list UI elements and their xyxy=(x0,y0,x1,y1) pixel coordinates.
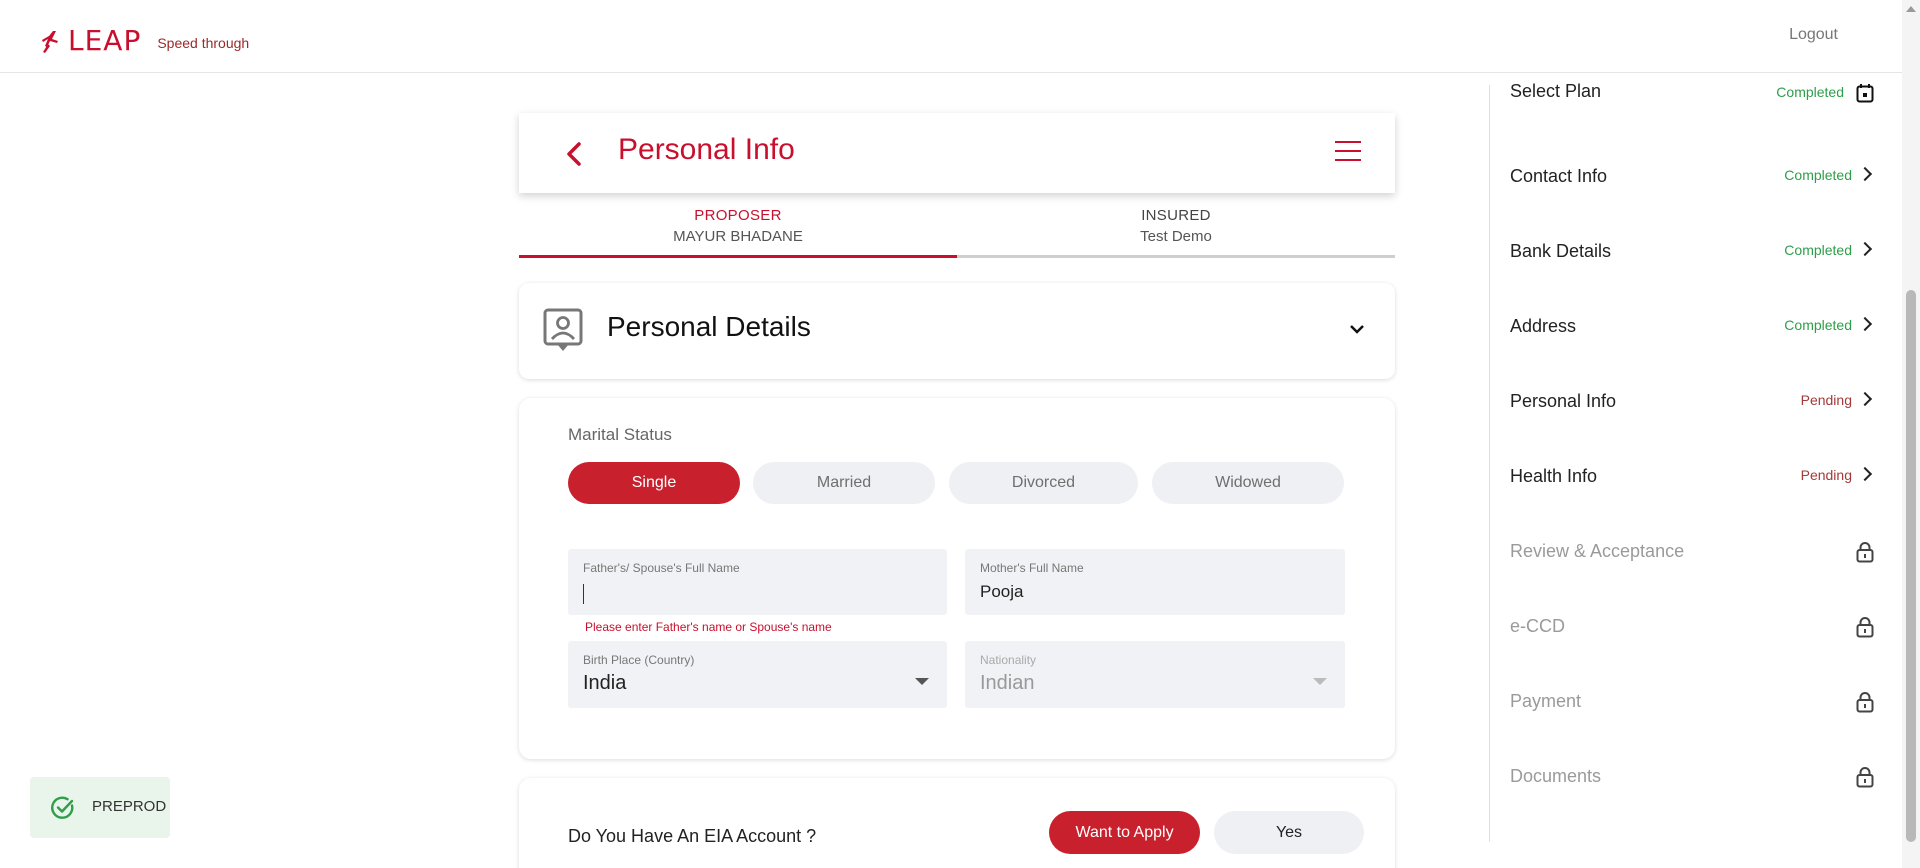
page-title: Personal Info xyxy=(618,133,795,166)
marital-status-label: Marital Status xyxy=(568,425,672,444)
lock-icon xyxy=(1856,542,1874,563)
mother-name-field[interactable]: Mother's Full Name Pooja xyxy=(965,549,1345,615)
dropdown-arrow-icon xyxy=(915,678,929,685)
step-status: Pending xyxy=(1800,467,1852,483)
step-status: Completed xyxy=(1784,167,1852,183)
chevron-right-icon xyxy=(1857,316,1873,332)
tab-insured[interactable]: INSURED Test Demo xyxy=(957,205,1395,258)
marital-option-widowed[interactable]: Widowed xyxy=(1152,462,1344,504)
field-label: Mother's Full Name xyxy=(980,561,1084,575)
marital-option-single[interactable]: Single xyxy=(568,462,740,504)
eia-account-card: Do You Have An EIA Account ? Want to App… xyxy=(519,778,1395,868)
field-value: Pooja xyxy=(980,582,1024,601)
father-name-error: Please enter Father's name or Spouse's n… xyxy=(585,620,832,634)
lock-icon xyxy=(1856,767,1874,788)
scrollbar-thumb[interactable] xyxy=(1906,290,1916,842)
lock-icon xyxy=(1856,617,1874,638)
back-arrow-icon[interactable] xyxy=(559,137,589,171)
brand-tagline: Speed through xyxy=(157,34,250,51)
father-spouse-name-field[interactable]: Father's/ Spouse's Full Name xyxy=(568,549,947,615)
step-name: e-CCD xyxy=(1510,616,1566,636)
text-cursor xyxy=(583,584,584,604)
chevron-right-icon xyxy=(1857,466,1873,482)
birth-place-select[interactable]: Birth Place (Country) India xyxy=(568,641,947,708)
step-name: Health Info xyxy=(1510,466,1598,486)
tab-proposer[interactable]: PROPOSER MAYUR BHADANE xyxy=(519,205,957,258)
step-address[interactable]: Address Completed xyxy=(1490,298,1902,358)
step-name: Address xyxy=(1510,316,1577,336)
eia-question: Do You Have An EIA Account ? xyxy=(568,826,817,846)
step-status: Completed xyxy=(1784,317,1852,333)
scroll-up-icon[interactable] xyxy=(1906,6,1916,12)
lock-icon xyxy=(1856,692,1874,713)
step-name: Documents xyxy=(1510,766,1602,786)
step-personal-info[interactable]: Personal Info Pending xyxy=(1490,373,1902,433)
marital-option-married[interactable]: Married xyxy=(753,462,935,504)
step-name: Bank Details xyxy=(1510,241,1612,261)
yes-button[interactable]: Yes xyxy=(1214,811,1364,854)
field-label: Father's/ Spouse's Full Name xyxy=(583,561,740,575)
chevron-right-icon xyxy=(1857,166,1873,182)
step-status: Completed xyxy=(1784,242,1852,258)
calendar-icon xyxy=(1856,84,1874,103)
brand-logo[interactable]: LEAP Speed through xyxy=(40,24,249,57)
step-name: Review & Acceptance xyxy=(1510,541,1685,561)
hamburger-menu-icon[interactable] xyxy=(1335,141,1361,165)
dropdown-arrow-icon xyxy=(1313,678,1327,685)
top-bar: LEAP Speed through Logout xyxy=(0,0,1902,73)
step-name: Payment xyxy=(1510,691,1582,711)
id-card-icon xyxy=(543,308,583,351)
marital-option-divorced[interactable]: Divorced xyxy=(949,462,1138,504)
step-review-acceptance: Review & Acceptance xyxy=(1490,523,1902,583)
applicant-tabs: PROPOSER MAYUR BHADANE INSURED Test Demo xyxy=(519,205,1395,258)
step-health-info[interactable]: Health Info Pending xyxy=(1490,448,1902,508)
logout-link[interactable]: Logout xyxy=(1789,26,1838,44)
environment-badge: PREPROD xyxy=(30,777,170,838)
step-select-plan[interactable]: Select Plan Completed xyxy=(1490,73,1902,133)
step-documents: Documents xyxy=(1490,748,1902,808)
step-name: Select Plan xyxy=(1510,81,1602,101)
step-contact-info[interactable]: Contact Info Completed xyxy=(1490,148,1902,208)
check-circle-icon xyxy=(51,796,74,819)
tab-role: PROPOSER xyxy=(694,207,782,224)
field-value: Indian xyxy=(980,672,1035,694)
field-value: India xyxy=(583,672,627,694)
page-header: Personal Info xyxy=(519,113,1395,193)
environment-label: PREPROD xyxy=(92,798,167,815)
tab-role: INSURED xyxy=(1141,207,1211,224)
section-title: Personal Details xyxy=(607,311,811,342)
tab-person-name: MAYUR BHADANE xyxy=(673,228,803,245)
step-payment: Payment xyxy=(1490,673,1902,733)
personal-details-accordion[interactable]: Personal Details xyxy=(519,283,1395,379)
chevron-right-icon xyxy=(1857,391,1873,407)
step-status: Pending xyxy=(1800,392,1852,408)
want-to-apply-button[interactable]: Want to Apply xyxy=(1049,811,1200,854)
field-label: Nationality xyxy=(980,653,1037,667)
field-label: Birth Place (Country) xyxy=(583,653,695,667)
chevron-right-icon xyxy=(1857,241,1873,257)
step-e-ccd: e-CCD xyxy=(1490,598,1902,658)
step-name: Personal Info xyxy=(1510,391,1617,411)
step-status: Completed xyxy=(1776,84,1844,100)
tab-person-name: Test Demo xyxy=(1140,228,1212,245)
chevron-down-icon[interactable] xyxy=(1349,321,1365,337)
step-name: Contact Info xyxy=(1510,166,1608,186)
runner-logo-icon xyxy=(42,30,58,53)
nationality-select: Nationality Indian xyxy=(965,641,1345,708)
personal-details-form: Marital Status Single Married Divorced W… xyxy=(519,398,1395,759)
step-bank-details[interactable]: Bank Details Completed xyxy=(1490,223,1902,283)
brand-name: LEAP xyxy=(68,24,142,57)
